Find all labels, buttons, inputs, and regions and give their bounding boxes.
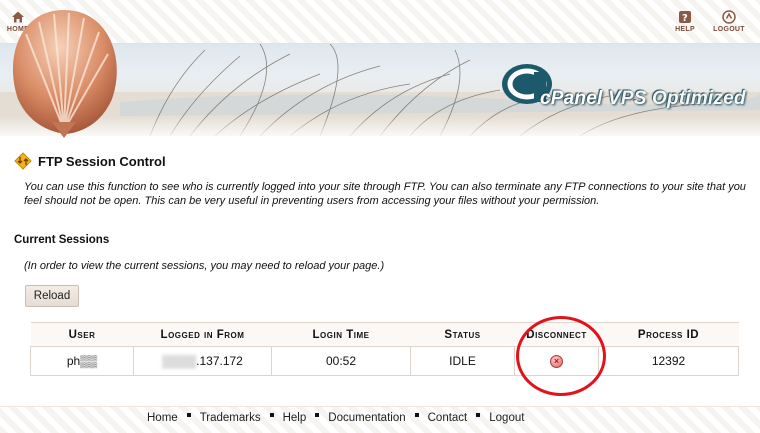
footer-link-documentation[interactable]: Documentation [328,412,405,424]
section-heading: Current Sessions [14,234,110,246]
header-status: Status [410,322,515,347]
table-header-row: User Logged in From Login Time Status Di… [30,322,739,347]
logout-button[interactable]: LOGOUT [711,10,747,33]
brand-name: cPanel [540,88,603,109]
brand-title: cPanel VPS Optimized [540,88,746,110]
brand-tagline: VPS Optimized [607,88,746,109]
user-value: ph▒▒ [66,354,98,368]
cell-process-id: 12392 [598,346,739,376]
help-label: HELP [675,26,695,33]
help-button[interactable]: ? HELP [667,10,703,33]
header-logged-in-from: Logged in From [133,322,272,347]
header-process-id: Process ID [598,322,739,347]
header-user: User [30,322,134,347]
cell-logged-in-from: ▒▒▒▒.137.172 [133,346,272,376]
disconnect-x-icon[interactable]: × [550,355,563,369]
header-disconnect: Disconnect [514,322,599,347]
sessions-table: User Logged in From Login Time Status Di… [30,322,739,376]
page-description: You can use this function to see who is … [24,181,746,207]
footer-separator [315,413,320,417]
cell-status: IDLE [410,346,515,376]
host-masked: ▒▒▒▒ [162,354,197,368]
table-row: ph▒▒ ▒▒▒▒.137.172 00:52 IDLE × 12392 [30,346,739,376]
reload-button[interactable]: Reload [25,285,79,307]
logout-label: LOGOUT [713,26,745,33]
footer-links: Home Trademarks Help Documentation Conta… [147,412,524,424]
logout-icon [722,10,736,24]
footer-link-help[interactable]: Help [283,412,307,424]
footer-link-contact[interactable]: Contact [428,412,468,424]
help-icon: ? [679,11,691,24]
footer-link-trademarks[interactable]: Trademarks [200,412,261,424]
svg-text:?: ? [682,13,688,24]
cell-user: ph▒▒ [30,346,134,376]
cell-login-time: 00:52 [271,346,411,376]
footer-separator [186,413,191,417]
footer-separator [269,413,274,417]
reload-note: (In order to view the current sessions, … [24,260,385,272]
footer-link-home[interactable]: Home [147,412,178,424]
page-title: FTP Session Control [14,152,166,170]
footer-separator [476,413,481,417]
cell-disconnect: × [514,346,599,376]
host-value: .137.172 [196,354,243,368]
seashell-logo [12,10,117,138]
page-title-text: FTP Session Control [38,153,166,169]
header-login-time: Login Time [271,322,411,347]
footer-separator [414,413,419,417]
footer-link-logout[interactable]: Logout [489,412,524,424]
ftp-session-icon [14,152,32,170]
